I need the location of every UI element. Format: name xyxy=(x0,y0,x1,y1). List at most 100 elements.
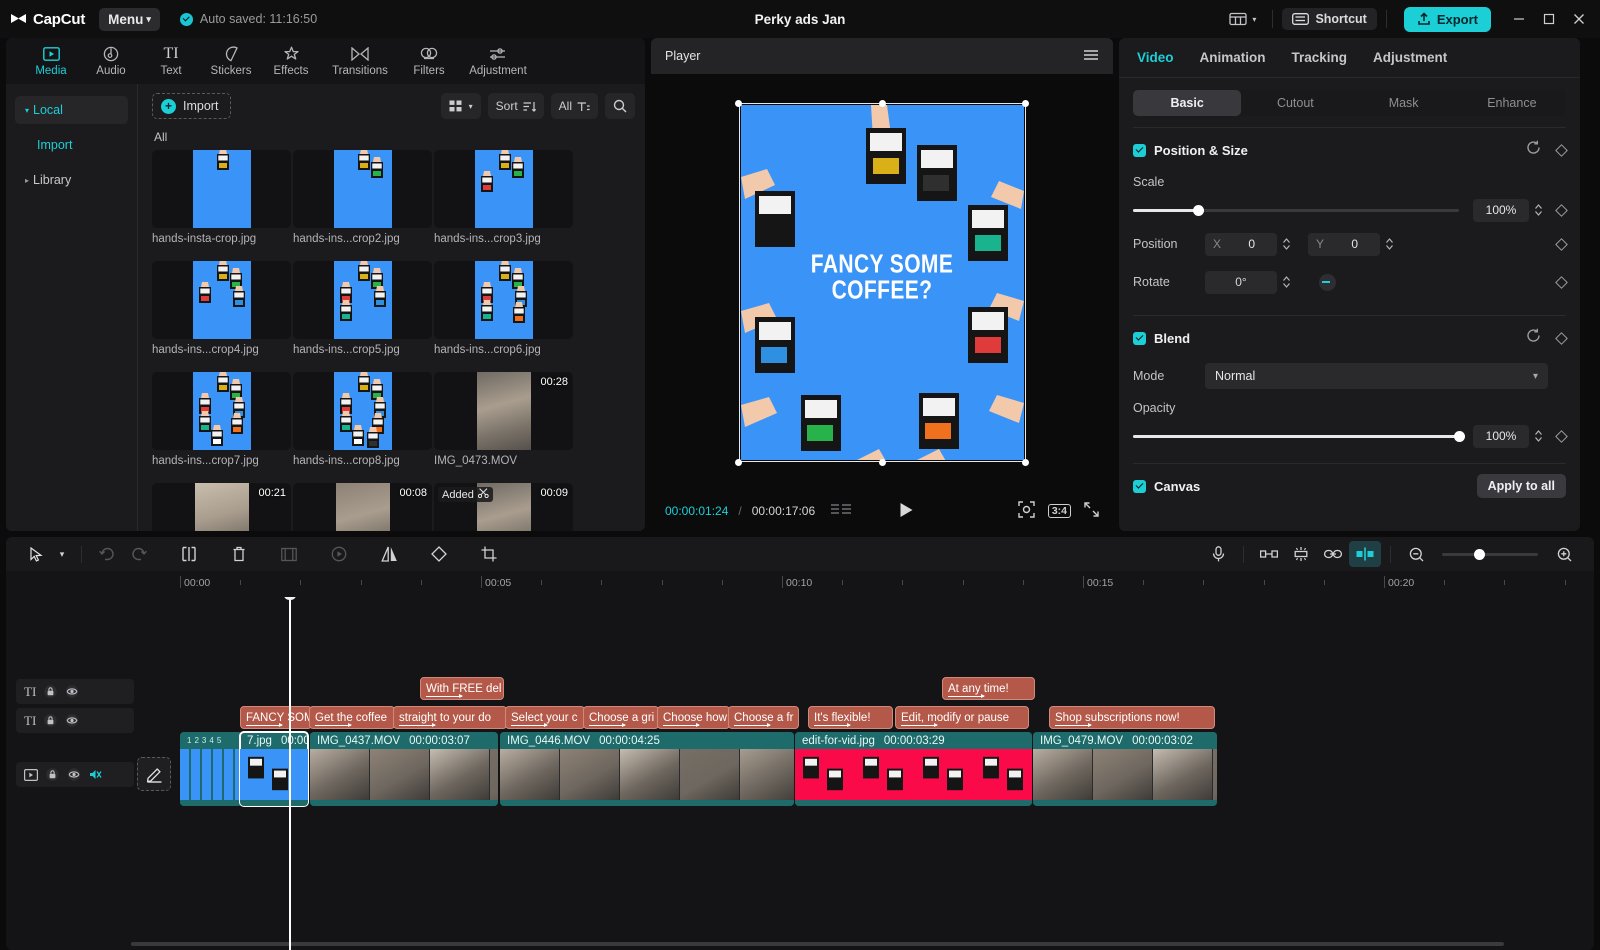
media-thumbnail[interactable]: Added 00:09 xyxy=(434,483,573,531)
resize-handle-tl[interactable] xyxy=(735,99,742,107)
text-clip-lower[interactable]: straight to your do xyxy=(393,706,507,729)
media-item[interactable]: hands-ins...crop7.jpg xyxy=(152,372,291,467)
media-item[interactable]: Added 00:09 xyxy=(434,483,573,531)
media-grid-scroll[interactable]: All hands-insta-crop.jpg hands-ins...crop… xyxy=(138,128,645,531)
video-clip[interactable]: IMG_0479.MOV 00:00:03:02 xyxy=(1033,732,1217,806)
media-thumbnail[interactable]: 00:28 xyxy=(434,372,573,450)
select-tool-button[interactable] xyxy=(20,541,52,567)
text-clip-lower[interactable]: Choose how xyxy=(657,706,730,729)
scale-slider[interactable] xyxy=(1133,204,1459,216)
media-item[interactable]: hands-ins...crop8.jpg xyxy=(293,372,432,467)
subtab-basic[interactable]: Basic xyxy=(1133,90,1242,116)
record-voiceover-button[interactable] xyxy=(1202,541,1234,567)
position-y-stepper[interactable] xyxy=(1385,237,1394,251)
media-thumbnail[interactable] xyxy=(152,261,291,339)
video-clip-stub[interactable]: 12345 xyxy=(180,732,242,806)
video-clip[interactable]: IMG_0437.MOV 00:00:03:07 xyxy=(310,732,498,806)
keyframe-icon[interactable] xyxy=(1555,331,1568,345)
media-thumbnail[interactable] xyxy=(152,150,291,228)
rotate-button[interactable] xyxy=(423,541,455,567)
rotate-stepper[interactable] xyxy=(1282,275,1291,289)
media-item[interactable]: hands-ins...crop6.jpg xyxy=(434,261,573,356)
snap-toggle-button[interactable] xyxy=(1349,541,1381,567)
player-menu-icon[interactable] xyxy=(1083,49,1099,64)
opacity-value[interactable]: 100% xyxy=(1473,424,1529,448)
position-keyframe-icon[interactable] xyxy=(1555,237,1568,251)
nav-tab-audio[interactable]: Audio xyxy=(82,38,140,84)
opacity-keyframe-icon[interactable] xyxy=(1555,429,1568,443)
resize-handle-br[interactable] xyxy=(1022,458,1029,466)
close-button[interactable] xyxy=(1564,5,1594,33)
opacity-slider[interactable] xyxy=(1133,430,1465,442)
fit-to-screen-icon[interactable] xyxy=(1018,501,1035,521)
subtab-mask[interactable]: Mask xyxy=(1350,90,1458,116)
layout-switch-button[interactable]: ▾ xyxy=(1222,7,1263,31)
text-clip-upper[interactable]: With FREE del xyxy=(420,677,504,700)
media-thumbnail[interactable] xyxy=(152,372,291,450)
media-item[interactable]: hands-ins...crop3.jpg xyxy=(434,150,573,245)
media-thumbnail[interactable] xyxy=(293,372,432,450)
scale-stepper[interactable] xyxy=(1534,203,1543,217)
media-item[interactable]: hands-ins...crop2.jpg xyxy=(293,150,432,245)
text-clip-lower[interactable]: Select your c xyxy=(505,706,585,729)
rotate-keyframe-icon[interactable] xyxy=(1555,275,1568,289)
play-button[interactable] xyxy=(899,502,914,521)
position-y-field[interactable]: Y 0 xyxy=(1308,232,1380,256)
timeline-zoom-knob[interactable] xyxy=(1474,548,1485,560)
text-clip-lower[interactable]: Choose a gri xyxy=(583,706,659,729)
nav-tab-filters[interactable]: Filters xyxy=(400,38,458,84)
nav-tab-adjustment[interactable]: Adjustment xyxy=(460,38,536,84)
opacity-stepper[interactable] xyxy=(1534,429,1543,443)
reset-icon[interactable] xyxy=(1526,140,1541,160)
undo-button[interactable] xyxy=(91,541,123,567)
nav-tab-transitions[interactable]: Transitions xyxy=(322,38,398,84)
media-thumbnail[interactable]: 00:21 xyxy=(152,483,291,531)
resize-handle-bc[interactable] xyxy=(878,458,886,466)
menu-button[interactable]: Menu ▾ xyxy=(99,7,160,31)
text-clip-upper[interactable]: At any time! xyxy=(942,677,1035,700)
keyframe-icon[interactable] xyxy=(1555,143,1568,157)
view-mode-button[interactable]: ▾ xyxy=(440,93,481,119)
video-clip[interactable]: IMG_0446.MOV 00:00:04:25 xyxy=(500,732,794,806)
blend-mode-select[interactable]: Normal ▾ xyxy=(1205,363,1548,389)
nav-tab-media[interactable]: Media xyxy=(22,38,80,84)
nav-tab-stickers[interactable]: Stickers xyxy=(202,38,260,84)
resize-handle-tc[interactable] xyxy=(878,99,886,107)
mirror-button[interactable] xyxy=(373,541,405,567)
scale-keyframe-icon[interactable] xyxy=(1555,203,1568,217)
text-clip-lower[interactable]: It's flexible! xyxy=(808,706,893,729)
scale-slider-knob[interactable] xyxy=(1192,204,1204,216)
fullscreen-icon[interactable] xyxy=(1084,502,1099,520)
minimize-button[interactable] xyxy=(1504,5,1534,33)
reset-icon[interactable] xyxy=(1526,328,1541,348)
auto-align-button[interactable] xyxy=(1285,541,1317,567)
timeline-zoom-slider[interactable] xyxy=(1442,548,1538,560)
sidebar-item-local[interactable]: ▾ Local xyxy=(15,96,128,124)
nav-tab-effects[interactable]: Effects xyxy=(262,38,320,84)
text-clip-lower[interactable]: Choose a fr xyxy=(728,706,799,729)
zoom-out-button[interactable] xyxy=(1400,541,1432,567)
text-clip-lower[interactable]: Shop subscriptions now! xyxy=(1049,706,1215,729)
media-item[interactable]: 00:21 xyxy=(152,483,291,531)
preview-button[interactable] xyxy=(323,541,355,567)
text-clip-lower[interactable]: Edit, modify or pause xyxy=(895,706,1029,729)
media-thumbnail[interactable] xyxy=(434,150,573,228)
media-thumbnail[interactable]: 00:08 xyxy=(293,483,432,531)
tool-dropdown-button[interactable]: ▾ xyxy=(52,541,72,567)
media-thumbnail[interactable] xyxy=(434,261,573,339)
video-clip[interactable]: 7.jpg 00:00 xyxy=(239,731,309,807)
media-thumbnail[interactable] xyxy=(293,261,432,339)
media-item[interactable]: 00:08 xyxy=(293,483,432,531)
media-thumbnail[interactable] xyxy=(293,150,432,228)
blend-checkbox[interactable] xyxy=(1133,331,1146,345)
crop-button[interactable] xyxy=(473,541,505,567)
subtab-enhance[interactable]: Enhance xyxy=(1458,90,1566,116)
tab-adjustment[interactable]: Adjustment xyxy=(1373,50,1447,65)
crop-duplicate-button[interactable] xyxy=(273,541,305,567)
tab-video[interactable]: Video xyxy=(1137,50,1174,65)
frame-view-icon[interactable] xyxy=(831,503,853,519)
scale-value[interactable]: 100% xyxy=(1473,198,1529,222)
position-size-checkbox[interactable] xyxy=(1133,143,1146,157)
timeline-horizontal-scrollbar[interactable] xyxy=(131,942,1504,946)
zoom-in-button[interactable] xyxy=(1548,541,1580,567)
